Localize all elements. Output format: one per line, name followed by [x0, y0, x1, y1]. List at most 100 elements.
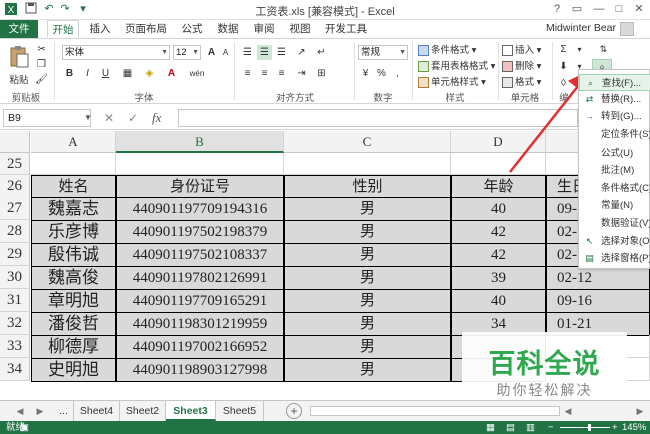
- cell-e30[interactable]: 02-12: [546, 266, 650, 290]
- row-header-25[interactable]: 25: [0, 153, 30, 175]
- underline-button[interactable]: U: [98, 66, 113, 81]
- column-header-d[interactable]: D: [451, 131, 546, 153]
- cell-b30[interactable]: 440901197802126991: [116, 266, 284, 290]
- zoom-in-icon[interactable]: +: [612, 421, 618, 434]
- menu-item-6[interactable]: 批注(M): [579, 162, 650, 179]
- row-header-27[interactable]: 27: [0, 197, 30, 220]
- cell-b27[interactable]: 440901197709194316: [116, 197, 284, 221]
- row-header-32[interactable]: 32: [0, 312, 30, 335]
- align-center-icon[interactable]: ≡: [257, 66, 272, 81]
- cell-a28[interactable]: 乐彦博: [31, 220, 116, 244]
- cell-c34[interactable]: 男: [284, 358, 451, 382]
- cell-c32[interactable]: 男: [284, 312, 451, 336]
- row-header-26[interactable]: 26: [0, 175, 30, 198]
- tab-formulas[interactable]: 公式: [178, 20, 206, 38]
- cell-d27[interactable]: 40: [451, 197, 546, 221]
- cell-b33[interactable]: 440901197002166952: [116, 335, 284, 359]
- sheet-next-icon[interactable]: ▶: [34, 404, 46, 418]
- maximize-button[interactable]: □: [610, 1, 628, 17]
- cell-c25[interactable]: [284, 153, 451, 175]
- cell-c31[interactable]: 男: [284, 289, 451, 313]
- tab-review[interactable]: 审阅: [250, 20, 278, 38]
- sort-filter-icon[interactable]: ⇅: [596, 42, 611, 57]
- clear-icon[interactable]: ◊: [556, 76, 571, 91]
- select-all-corner[interactable]: [0, 131, 30, 153]
- align-bottom-icon[interactable]: ☰: [274, 45, 289, 60]
- user-name[interactable]: Midwinter Bear: [546, 22, 616, 34]
- page-break-view-icon[interactable]: ▥: [526, 421, 535, 434]
- horizontal-scrollbar[interactable]: [310, 406, 560, 416]
- align-top-icon[interactable]: ☰: [240, 45, 255, 60]
- phonetic-button[interactable]: wén: [186, 66, 208, 81]
- zoom-level[interactable]: 145%: [622, 421, 646, 434]
- enter-icon[interactable]: ✓: [128, 111, 138, 125]
- cell-a31[interactable]: 章明旭: [31, 289, 116, 313]
- ribbon-display-button[interactable]: ▭: [568, 1, 586, 17]
- user-avatar[interactable]: [620, 22, 634, 36]
- cell-c26[interactable]: 性别: [284, 175, 451, 199]
- borders-icon[interactable]: ▦: [120, 66, 135, 81]
- tab-page-layout[interactable]: 页面布局: [122, 20, 170, 38]
- column-header-c[interactable]: C: [284, 131, 451, 153]
- chevron-down-icon[interactable]: ▼: [84, 113, 92, 122]
- cell-b28[interactable]: 440901197502198379: [116, 220, 284, 244]
- cell-a29[interactable]: 殷伟诚: [31, 243, 116, 267]
- cancel-icon[interactable]: ✕: [104, 111, 114, 125]
- menu-item-7[interactable]: 条件格式(C): [579, 180, 650, 197]
- cell-a33[interactable]: 柳德厚: [31, 335, 116, 359]
- paste-button[interactable]: 粘贴: [6, 45, 32, 86]
- cell-styles-button[interactable]: 单元格样式 ▾: [418, 74, 486, 88]
- add-sheet-button[interactable]: +: [286, 403, 302, 419]
- cell-b26[interactable]: 身份证号: [116, 175, 284, 199]
- cell-d28[interactable]: 42: [451, 220, 546, 244]
- cell-a30[interactable]: 魏高俊: [31, 266, 116, 290]
- record-macro-icon[interactable]: ▣: [20, 421, 29, 434]
- cell-a34[interactable]: 史明旭: [31, 358, 116, 382]
- cell-d31[interactable]: 40: [451, 289, 546, 313]
- column-header-a[interactable]: A: [31, 131, 116, 153]
- tab-data[interactable]: 数据: [214, 20, 242, 38]
- menu-item-11[interactable]: ▤ 选择窗格(P)...: [579, 250, 650, 267]
- sheet-tab-sheet2[interactable]: Sheet2: [120, 401, 166, 421]
- menu-item-1[interactable]: ⌕ 查找(F)...: [579, 74, 650, 91]
- format-cells-button[interactable]: 格式 ▾: [502, 74, 541, 88]
- cell-c28[interactable]: 男: [284, 220, 451, 244]
- sheet-prev-icon[interactable]: ◀: [14, 404, 26, 418]
- sheet-tab-sheet3[interactable]: Sheet3: [166, 401, 216, 421]
- row-header-28[interactable]: 28: [0, 220, 30, 243]
- close-button[interactable]: ✕: [630, 1, 648, 17]
- comma-button[interactable]: ,: [390, 66, 405, 81]
- zoom-slider-thumb[interactable]: [588, 424, 591, 431]
- cell-b29[interactable]: 440901197502108337: [116, 243, 284, 267]
- shrink-font-button[interactable]: A: [218, 45, 233, 60]
- cell-d30[interactable]: 39: [451, 266, 546, 290]
- tab-insert[interactable]: 插入: [86, 20, 114, 38]
- minimize-button[interactable]: —: [590, 1, 608, 17]
- format-painter-icon[interactable]: 🖌: [34, 72, 49, 87]
- font-color-icon[interactable]: A: [164, 66, 179, 81]
- currency-icon[interactable]: ¥: [358, 66, 373, 81]
- tab-developer[interactable]: 开发工具: [322, 20, 370, 38]
- orientation-icon[interactable]: ↗: [294, 45, 309, 60]
- scroll-right-icon[interactable]: ▶: [634, 404, 646, 418]
- menu-item-4[interactable]: 定位条件(S)...: [579, 126, 650, 143]
- bold-button[interactable]: B: [62, 66, 77, 81]
- row-header-34[interactable]: 34: [0, 358, 30, 381]
- insert-function-icon[interactable]: fx: [152, 110, 161, 126]
- delete-cells-button[interactable]: 删除 ▾: [502, 58, 541, 72]
- cell-d29[interactable]: 42: [451, 243, 546, 267]
- sheet-tab-sheet4[interactable]: Sheet4: [74, 401, 120, 421]
- tab-file[interactable]: 文件: [0, 20, 38, 38]
- cell-e31[interactable]: 09-16: [546, 289, 650, 313]
- cell-d25[interactable]: [451, 153, 546, 175]
- fill-icon[interactable]: ⬇: [556, 59, 571, 74]
- row-header-31[interactable]: 31: [0, 289, 30, 312]
- scroll-left-icon[interactable]: ◀: [562, 404, 574, 418]
- tab-home[interactable]: 开始: [47, 20, 79, 38]
- fill-color-icon[interactable]: ◈: [142, 66, 157, 81]
- menu-item-5[interactable]: 公式(U): [579, 145, 650, 162]
- tab-view[interactable]: 视图: [286, 20, 314, 38]
- cut-icon[interactable]: ✂: [34, 42, 49, 57]
- wrap-text-icon[interactable]: ↵: [314, 45, 329, 60]
- insert-cells-button[interactable]: 插入 ▾: [502, 42, 541, 56]
